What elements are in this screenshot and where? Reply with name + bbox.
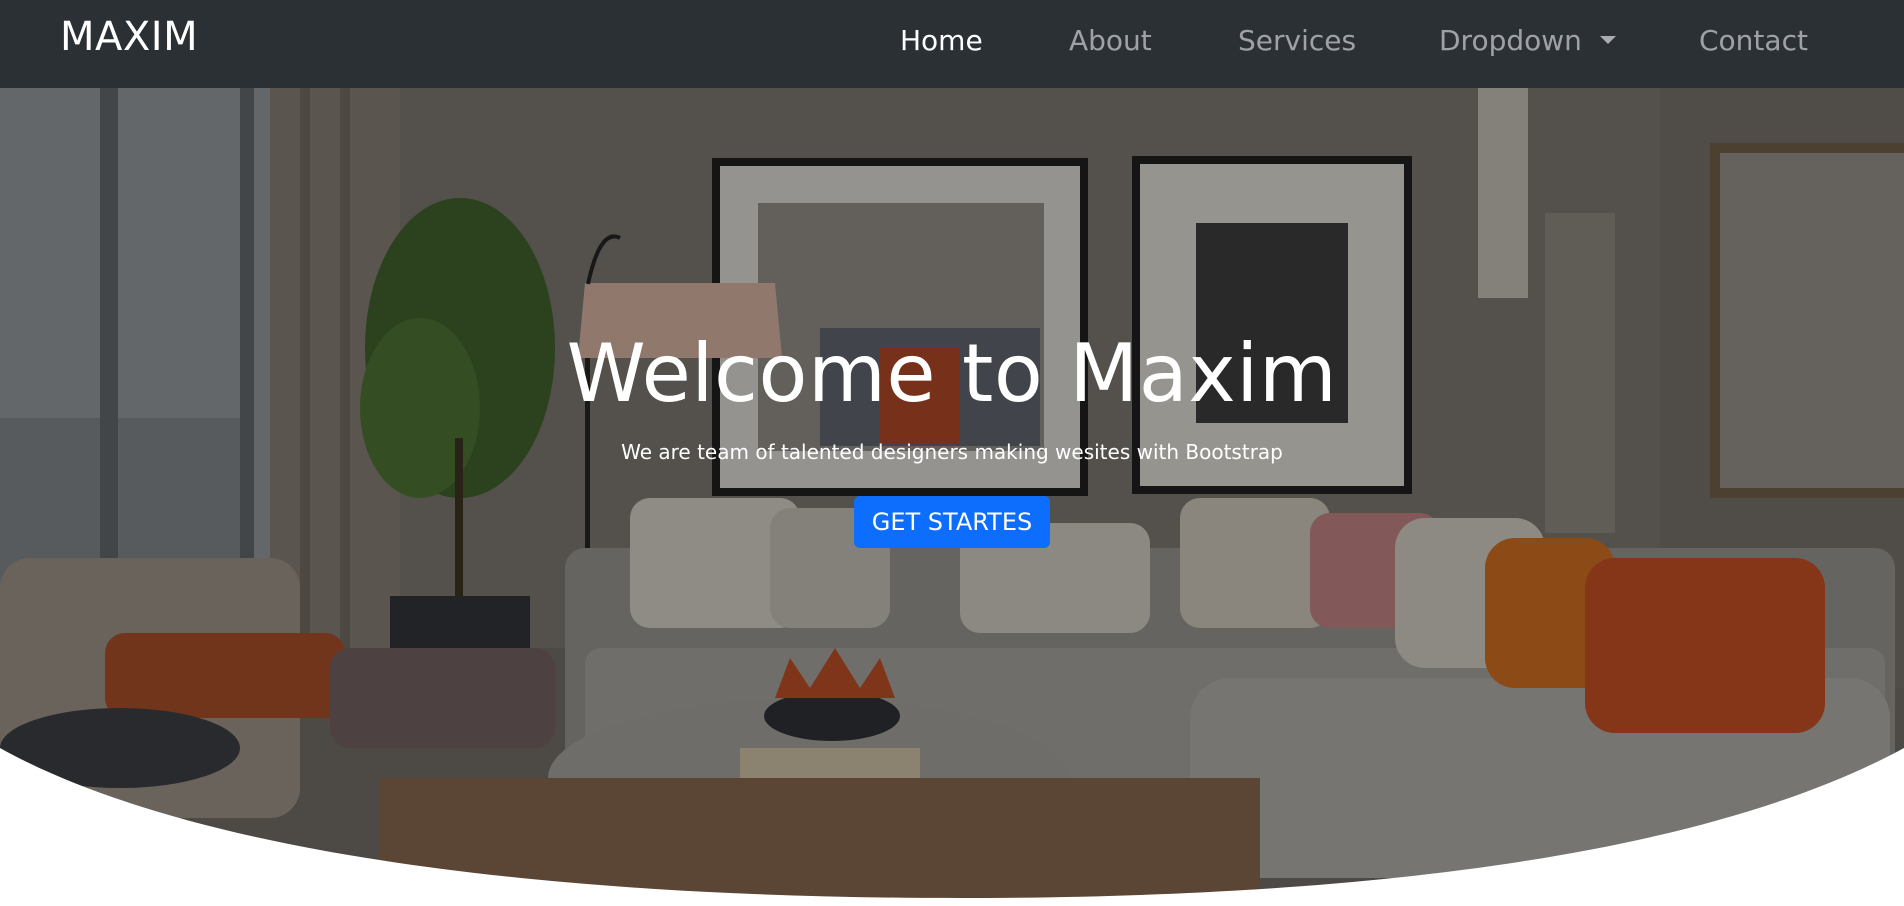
nav-dropdown-label: Dropdown [1439, 24, 1582, 57]
hero-section: Welcome to Maxim We are team of talented… [0, 88, 1904, 906]
nav-about[interactable]: About [1069, 24, 1152, 57]
get-started-button[interactable]: GET STARTES [853, 496, 1051, 548]
nav-home[interactable]: Home [900, 24, 983, 57]
hero-title: Welcome to Maxim [566, 327, 1338, 420]
top-navbar: MAXIM Home About Services Dropdown Conta… [0, 0, 1904, 88]
hero-content: Welcome to Maxim We are team of talented… [0, 328, 1904, 548]
nav-contact[interactable]: Contact [1699, 24, 1808, 57]
brand-logo[interactable]: MAXIM [60, 14, 198, 60]
nav-dropdown[interactable]: Dropdown [1439, 24, 1616, 57]
hero-subtitle: We are team of talented designers making… [621, 440, 1283, 464]
nav-services[interactable]: Services [1238, 24, 1356, 57]
caret-down-icon [1599, 36, 1616, 44]
